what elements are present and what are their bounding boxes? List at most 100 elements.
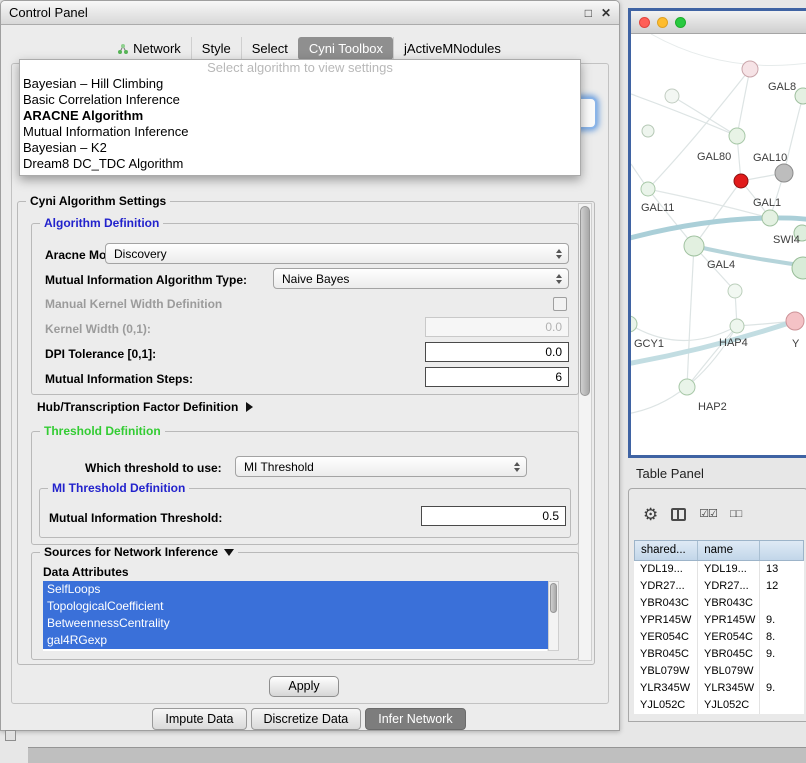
zoom-traffic-light[interactable] [675, 17, 686, 28]
algorithm-option[interactable]: Mutual Information Inference [20, 124, 580, 140]
table-row[interactable]: YBR045CYBR045C9. [634, 646, 804, 663]
mi-steps-field[interactable]: 6 [425, 367, 569, 387]
network-node-gal1[interactable] [762, 210, 778, 226]
network-node-gal10[interactable] [734, 174, 748, 188]
network-node[interactable] [665, 89, 679, 103]
aracne-mode-combobox[interactable]: Discovery [105, 243, 569, 264]
network-node-gal11[interactable] [641, 182, 655, 196]
sources-group-title[interactable]: Sources for Network Inference [40, 545, 238, 559]
close-icon[interactable]: ✕ [601, 6, 611, 20]
column-header-shared-name[interactable]: shared... [635, 541, 698, 560]
algorithm-option[interactable]: Basic Correlation Inference [20, 92, 580, 108]
bottom-tab-discretize-data[interactable]: Discretize Data [251, 708, 362, 730]
algorithm-option[interactable]: Dream8 DC_TDC Algorithm [20, 156, 580, 172]
attribute-item[interactable]: BetweennessCentrality [43, 615, 551, 632]
network-node-gal4[interactable] [684, 236, 704, 256]
attributes-scrollbar-thumb[interactable] [550, 583, 557, 613]
group-title: MI Threshold Definition [48, 481, 189, 495]
tab-label: Select [252, 41, 288, 56]
tab-network[interactable]: Network [107, 37, 191, 60]
table-cell: YER054C [698, 629, 760, 646]
network-node[interactable] [792, 257, 806, 279]
network-canvas-svg: GAL8GAL80GAL10GAL11GAL1SWI4GAL4GCY1HAP4Y… [631, 34, 806, 455]
table-row[interactable]: YER054CYER054C8. [634, 629, 804, 646]
tab-style[interactable]: Style [191, 37, 241, 60]
minimize-traffic-light[interactable] [657, 17, 668, 28]
show-columns-icon[interactable] [671, 508, 686, 521]
network-node-gal8[interactable] [795, 88, 806, 104]
attributes-scrollbar[interactable] [548, 581, 559, 651]
mi-algorithm-type-combobox[interactable]: Naive Bayes [273, 268, 569, 289]
manual-kernel-checkbox[interactable] [553, 297, 567, 311]
table-row[interactable]: YBL079WYBL079W [634, 663, 804, 680]
algorithm-dropdown: Select algorithm to view settings Bayesi… [19, 59, 581, 176]
table-row[interactable]: YDL19...YDL19...13 [634, 561, 804, 578]
algorithm-option[interactable]: ARACNE Algorithm [20, 108, 580, 124]
network-node[interactable] [642, 125, 654, 137]
table-row[interactable]: YBR043CYBR043C [634, 595, 804, 612]
bottom-tab-impute-data[interactable]: Impute Data [152, 708, 246, 730]
float-window-icon[interactable]: □ [585, 6, 592, 20]
network-edge[interactable] [651, 34, 806, 66]
combobox-value: MI Threshold [244, 460, 314, 474]
table-settings-gear-icon[interactable]: ⚙ [643, 506, 658, 523]
settings-scrollbar-thumb[interactable] [580, 206, 590, 396]
bottom-tab-infer-network[interactable]: Infer Network [365, 708, 465, 730]
table-cell: YDR27... [698, 578, 760, 595]
network-node-gcy1[interactable] [631, 316, 637, 332]
group-title: Sources for Network Inference [44, 545, 218, 559]
network-node-gal80[interactable] [729, 128, 745, 144]
select-all-icon[interactable]: ☑☑ [699, 509, 717, 520]
network-node-hap4[interactable] [730, 319, 744, 333]
expand-arrow-icon [246, 402, 253, 412]
kernel-width-field[interactable]: 0.0 [425, 317, 569, 337]
group-title: Threshold Definition [40, 424, 165, 438]
table-row[interactable]: YPR145WYPR145W9. [634, 612, 804, 629]
mi-threshold-field[interactable]: 0.5 [421, 506, 566, 526]
attribute-item[interactable]: TopologicalCoefficient [43, 598, 551, 615]
deselect-all-icon[interactable]: □□ [730, 509, 741, 520]
table-row[interactable]: YLR345WYLR345W9. [634, 680, 804, 697]
network-node-hap2[interactable] [679, 379, 695, 395]
tab-select[interactable]: Select [241, 37, 298, 60]
table-row[interactable]: YDR27...YDR27...12 [634, 578, 804, 595]
hub-definition-toggle[interactable]: Hub/Transcription Factor Definition [37, 400, 253, 414]
tab-jactivemnodules[interactable]: jActiveMNodules [393, 37, 511, 60]
settings-scrollbar[interactable] [578, 203, 592, 661]
dropdown-placeholder: Select algorithm to view settings [20, 60, 580, 76]
network-edge[interactable] [694, 181, 741, 246]
node-table: shared... name YDL19...YDL19...13YDR27..… [634, 540, 804, 714]
algorithm-option[interactable]: Bayesian – K2 [20, 140, 580, 156]
network-node-y[interactable] [786, 312, 804, 330]
column-header-extra[interactable] [760, 541, 804, 560]
dpi-tolerance-field[interactable]: 0.0 [425, 342, 569, 362]
network-node-label: HAP2 [698, 401, 727, 413]
data-attributes-list[interactable]: SelfLoopsTopologicalCoefficientBetweenne… [43, 581, 547, 651]
table-cell: YBL079W [698, 663, 760, 680]
table-cell: YBL079W [634, 663, 698, 680]
network-node[interactable] [728, 284, 742, 298]
network-edge[interactable] [687, 246, 694, 387]
attribute-item[interactable]: SelfLoops [43, 581, 551, 598]
column-header-name[interactable]: name [698, 541, 759, 560]
mi-threshold-label: Mutual Information Threshold: [49, 511, 222, 525]
table-cell: YDL19... [634, 561, 698, 578]
attribute-item[interactable]: gal4RGexp [43, 632, 551, 649]
hub-definition-label: Hub/Transcription Factor Definition [37, 400, 238, 414]
collapsed-panel-icon[interactable] [5, 730, 16, 741]
threshold-type-combobox[interactable]: MI Threshold [235, 456, 527, 477]
table-cell: YJL052C [698, 697, 760, 714]
panel-title: Control Panel [9, 5, 88, 20]
control-panel-titlebar: Control Panel □ ✕ [1, 1, 619, 25]
apply-button[interactable]: Apply [269, 676, 339, 697]
close-traffic-light[interactable] [639, 17, 650, 28]
algorithm-option[interactable]: Bayesian – Hill Climbing [20, 76, 580, 92]
network-edge[interactable] [687, 326, 737, 387]
tab-cyni-toolbox[interactable]: Cyni Toolbox [298, 37, 393, 60]
network-edge[interactable] [672, 96, 737, 136]
network-canvas[interactable]: GAL8GAL80GAL10GAL11GAL1SWI4GAL4GCY1HAP4Y… [631, 34, 806, 455]
network-node[interactable] [742, 61, 758, 77]
table-row[interactable]: YJL052CYJL052C [634, 697, 804, 714]
network-node[interactable] [775, 164, 793, 182]
network-edge[interactable] [737, 69, 750, 136]
